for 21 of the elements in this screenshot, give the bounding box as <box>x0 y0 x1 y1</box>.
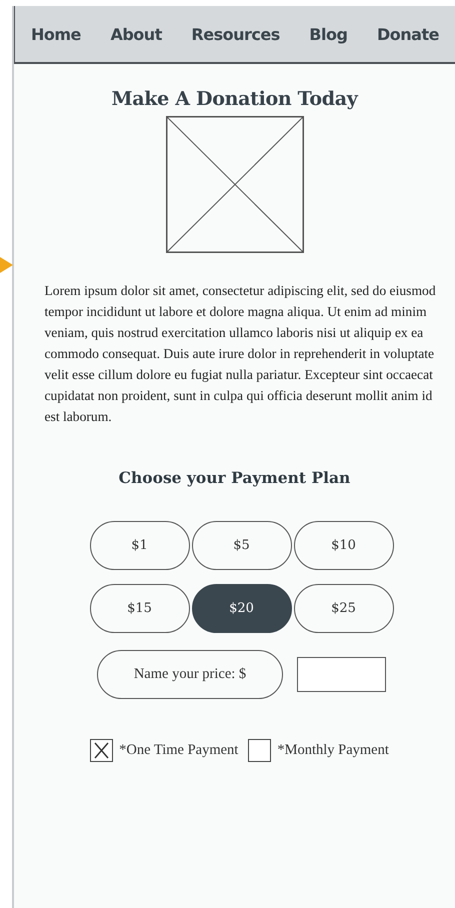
amount-option[interactable]: $10 <box>294 521 394 570</box>
nav-link[interactable]: Resources <box>191 24 280 44</box>
amount-option[interactable]: $1 <box>90 521 190 570</box>
checkbox[interactable] <box>248 739 272 762</box>
price-input[interactable] <box>297 657 386 692</box>
arrow-icon <box>0 257 13 273</box>
nav-link[interactable]: Blog <box>309 24 348 44</box>
nav-link[interactable]: About <box>110 24 162 44</box>
nav-link[interactable]: Home <box>31 24 81 44</box>
custom-price-button[interactable]: Name your price: $ <box>97 650 283 699</box>
amount-option[interactable]: $25 <box>294 584 394 633</box>
amount-option[interactable]: $5 <box>192 521 292 570</box>
nav-link[interactable]: Donate <box>376 24 439 44</box>
checkbox-label: *One Time Payment <box>119 742 238 759</box>
checkbox-label: *Monthly Payment <box>277 742 389 759</box>
page-title: Make A Donation Today <box>112 88 358 110</box>
section-heading: Choose your Payment Plan <box>118 468 350 487</box>
amount-option[interactable]: $15 <box>90 584 190 633</box>
checkbox[interactable] <box>90 739 114 762</box>
body-text: Lorem ipsum dolor sit amet, consectetur adipiscing elit, sed do eiusmod tempor incididunt ut labore et dolore magna aliqua. Ut enim ad minim veniam, quis nostrud exercitation ullamco laboris nisi ut aliquip ex ea commodo consequat. Duis aute irure dolor in reprehenderit in voluptate velit esse cillum dolore eu fugiat nulla pariatur. Excepteur sint occaecat cupidatat non proident, sunt in culpa qui officia deserunt mollit anim id est laborum. <box>44 282 437 426</box>
amount-option[interactable]: $20 <box>192 584 292 633</box>
